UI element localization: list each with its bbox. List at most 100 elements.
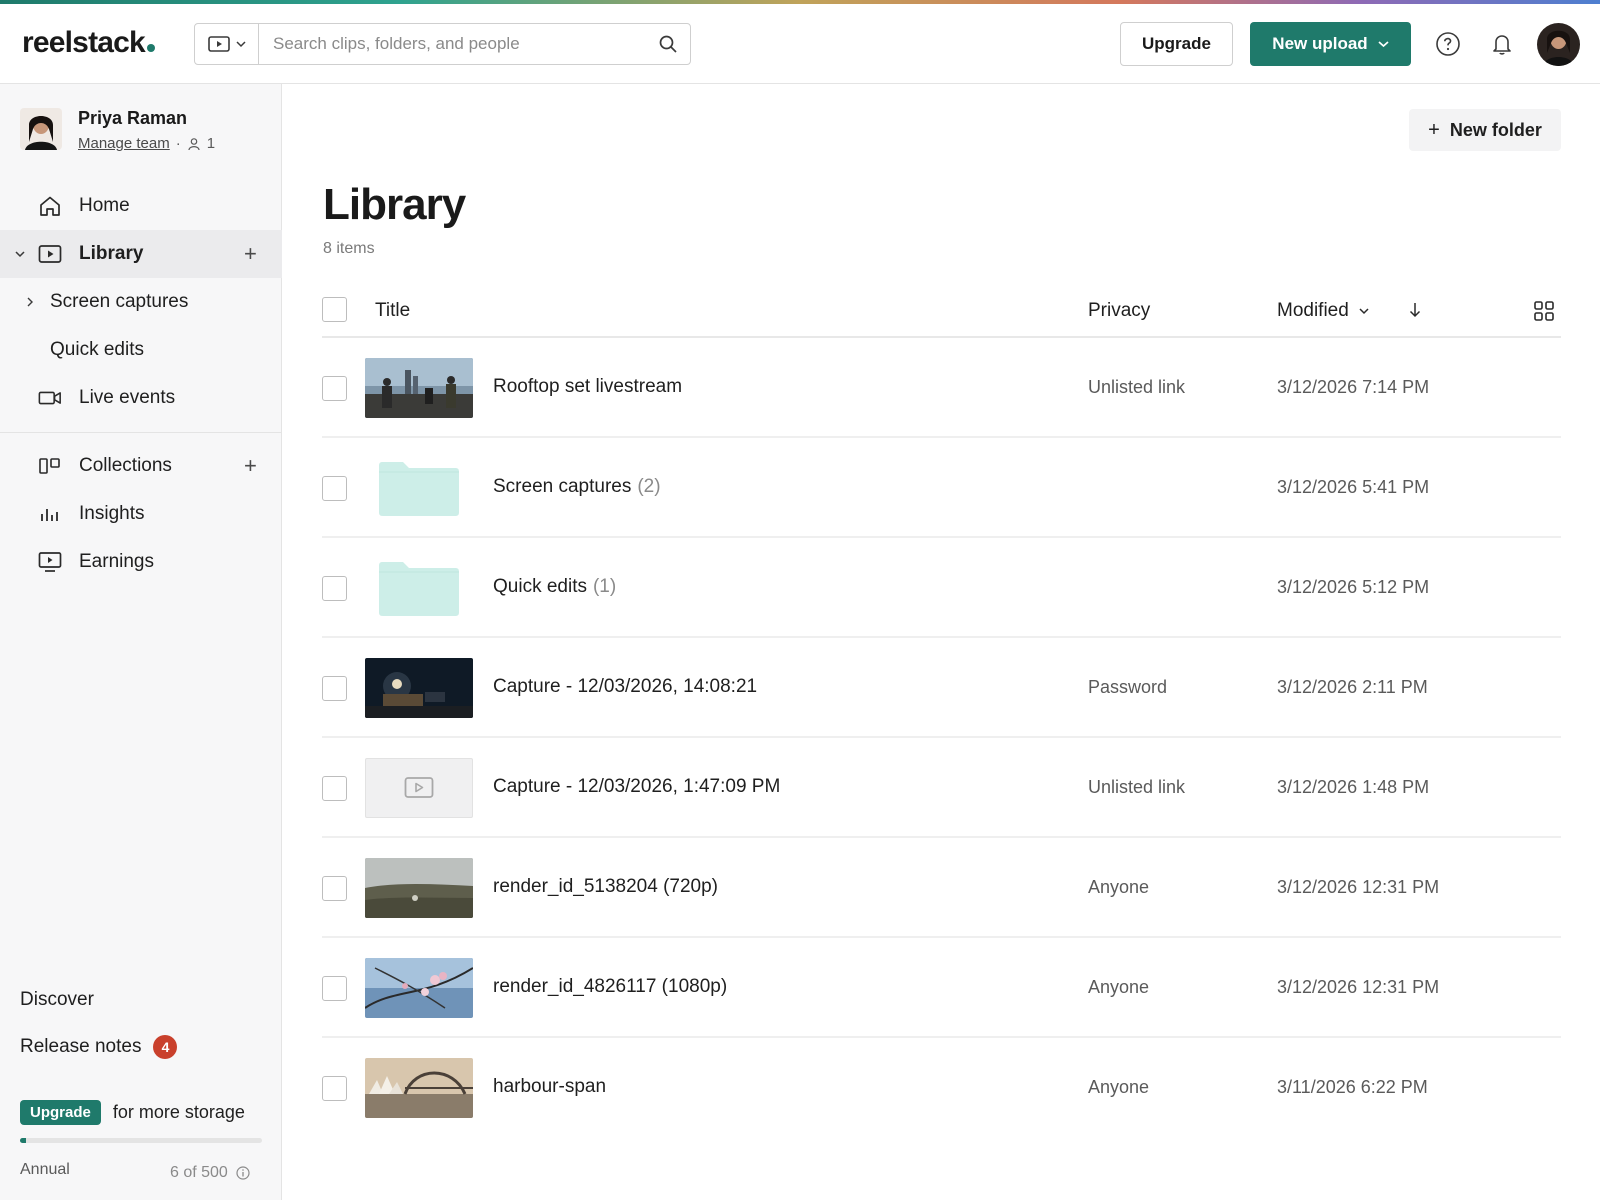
video-icon [207,36,230,52]
search-input[interactable] [259,34,646,54]
column-modified-header[interactable]: Modified [1277,300,1369,322]
manage-team-link[interactable]: Manage team [78,135,170,152]
release-notes-link[interactable]: Release notes 4 [20,1035,178,1059]
table-row[interactable]: Quick edits (1) 3/12/2026 5:12 PM [322,538,1561,638]
row-checkbox[interactable] [322,476,347,501]
monitor-icon [38,551,62,573]
camera-icon [38,387,62,409]
release-notes-label: Release notes [20,1036,142,1057]
row-privacy: Unlisted link [1088,377,1186,397]
new-folder-button[interactable]: + New folder [1409,109,1561,151]
row-checkbox[interactable] [322,576,347,601]
logo-text: reelstack [22,26,146,59]
row-modified: 3/12/2026 12:31 PM [1277,877,1440,897]
row-title[interactable]: render_id_4826117 (1080p) [493,976,733,998]
storage-upgrade-text: for more storage [112,1102,245,1122]
row-title[interactable]: Rooftop set livestream [493,376,688,398]
row-title-text: render_id_4826117 (1080p) [493,976,728,997]
info-icon[interactable] [236,1166,250,1180]
table-row[interactable]: render_id_4826117 (1080p) Anyone 3/12/20… [322,938,1561,1038]
row-checkbox[interactable] [322,876,347,901]
add-icon[interactable]: + [244,241,257,267]
row-title-text: render_id_5138204 (720p) [493,876,719,897]
harbour-thumbnail[interactable] [365,1058,473,1118]
row-checkbox[interactable] [322,676,347,701]
chevron-right-icon[interactable] [26,294,34,310]
column-privacy-header[interactable]: Privacy [1088,300,1150,322]
foggy-field-thumbnail[interactable] [365,858,473,918]
sidebar: Priya Raman Manage team · 1 Home Library… [0,84,282,1200]
chevron-down-icon [1378,41,1389,48]
sidebar-item-label: Home [79,195,130,216]
storage-upgrade: Upgrade for more storage [20,1100,245,1125]
select-all-checkbox[interactable] [322,297,347,322]
account-avatar[interactable] [1537,23,1580,66]
row-checkbox[interactable] [322,376,347,401]
sidebar-item-library[interactable]: Library + [0,230,282,278]
table-row[interactable]: Screen captures (2) 3/12/2026 5:41 PM [322,438,1561,538]
sidebar-item-label: Library [79,243,144,264]
new-upload-button[interactable]: New upload [1250,22,1411,66]
sidebar-item-live-events[interactable]: Live events [0,374,282,422]
row-title[interactable]: harbour-span [493,1076,612,1098]
table-header: Title Privacy Modified [322,286,1561,338]
row-modified: 3/11/2026 6:22 PM [1277,1077,1428,1097]
search-icon [659,35,677,53]
row-title[interactable]: render_id_5138204 (720p) [493,876,724,898]
add-icon[interactable]: + [244,453,257,479]
dark-room-thumbnail[interactable] [365,658,473,718]
table-row[interactable]: Capture - 12/03/2026, 14:08:21 Password … [322,638,1561,738]
sort-direction-button[interactable] [1408,302,1422,324]
sidebar-item-insights[interactable]: Insights [0,490,282,538]
person-icon [188,137,200,150]
sidebar-item-home[interactable]: Home [0,182,282,230]
storage-upgrade-button[interactable]: Upgrade [20,1100,101,1125]
sidebar-item-quick-edits[interactable]: Quick edits [0,326,282,374]
rooftop-thumbnail[interactable] [365,358,473,418]
user-profile: Priya Raman Manage team · 1 [20,108,215,152]
logo[interactable]: reelstack [22,26,155,60]
search-scope-button[interactable] [195,24,259,64]
column-title-header[interactable]: Title [375,300,410,322]
sidebar-item-collections[interactable]: Collections + [0,442,282,490]
row-title[interactable]: Screen captures (2) [493,476,661,498]
row-checkbox[interactable] [322,1076,347,1101]
notifications-button[interactable] [1488,30,1516,58]
sidebar-item-screen-captures[interactable]: Screen captures [0,278,282,326]
row-title[interactable]: Capture - 12/03/2026, 14:08:21 [493,676,763,698]
sidebar-item-label: Quick edits [50,339,144,360]
row-title-text: Screen captures [493,476,632,497]
chevron-down-icon[interactable] [15,247,25,261]
discover-link[interactable]: Discover [20,989,94,1011]
row-checkbox[interactable] [322,776,347,801]
search-button[interactable] [646,34,690,54]
table-row[interactable]: harbour-span Anyone 3/11/2026 6:22 PM [322,1038,1561,1138]
team-seat-count: 1 [206,135,216,152]
storage-progress-fill [20,1138,26,1143]
video-placeholder-thumbnail[interactable] [365,758,473,818]
logo-dot [146,44,155,52]
blossom-thumbnail[interactable] [365,958,473,1018]
storage-usage: 6 of 500 [170,1164,250,1182]
bell-icon [1493,35,1511,55]
item-count: 8 items [323,240,375,257]
sidebar-item-earnings[interactable]: Earnings [0,538,282,586]
table-row[interactable]: Rooftop set livestream Unlisted link 3/1… [322,338,1561,438]
upgrade-button[interactable]: Upgrade [1120,22,1233,66]
table-row[interactable]: Capture - 12/03/2026, 1:47:09 PM Unliste… [322,738,1561,838]
folder-icon[interactable] [377,560,461,618]
grid-view-button[interactable] [1533,300,1555,328]
video-icon [38,243,62,265]
plus-icon: + [1428,118,1440,141]
avatar[interactable] [20,108,62,150]
row-title[interactable]: Capture - 12/03/2026, 1:47:09 PM [493,776,786,798]
sidebar-divider [0,432,282,433]
avatar-image [20,108,62,150]
row-title[interactable]: Quick edits (1) [493,576,616,598]
folder-icon[interactable] [377,460,461,518]
row-title-text: Capture - 12/03/2026, 14:08:21 [493,676,758,697]
row-checkbox[interactable] [322,976,347,1001]
table-row[interactable]: render_id_5138204 (720p) Anyone 3/12/202… [322,838,1561,938]
row-title-text: Quick edits [493,576,587,597]
help-button[interactable] [1434,30,1462,58]
